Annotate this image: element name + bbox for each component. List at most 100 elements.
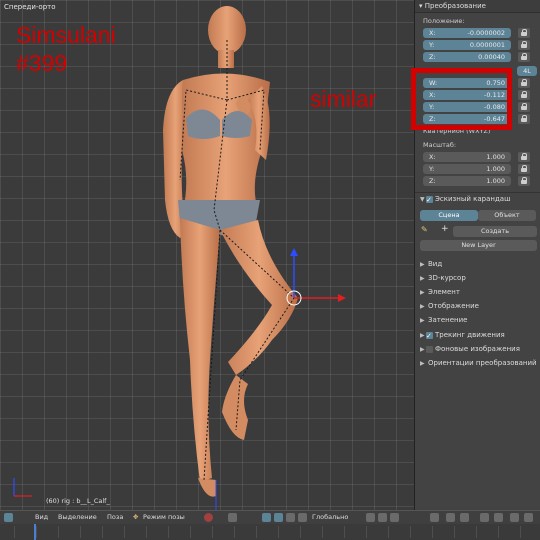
scale-y-field[interactable]: Y: 1.000 — [423, 164, 511, 174]
timeline-tick — [476, 526, 477, 538]
location-label: Положение: — [423, 17, 465, 25]
viewport-status: (60) rig : b__L_Calf_ — [46, 497, 110, 505]
lock-icon[interactable] — [518, 102, 530, 112]
grease-pencil-checkbox[interactable] — [426, 194, 433, 207]
location-z-field[interactable]: Z: 0.00040 — [423, 52, 511, 62]
new-layer-button[interactable]: New Layer — [420, 240, 537, 251]
shading-icon[interactable] — [204, 513, 213, 522]
section-label: 3D-курсор — [428, 274, 466, 282]
timeline-tick — [234, 526, 235, 538]
pivot-icon[interactable] — [228, 513, 237, 522]
manipulator-icon[interactable] — [262, 513, 271, 522]
motion-tracking-checkbox[interactable] — [426, 330, 433, 343]
camera-icon[interactable] — [494, 513, 503, 522]
timeline-tick — [300, 526, 301, 538]
figure-head — [208, 6, 246, 54]
timeline-tick — [344, 526, 345, 538]
panel-section[interactable]: ▶ Отображение — [415, 300, 540, 313]
create-button[interactable]: Создать — [453, 226, 537, 237]
lock-icon[interactable] — [518, 114, 530, 124]
tab-scene[interactable]: Сцена — [420, 210, 478, 221]
timeline-tick — [124, 526, 125, 538]
location-y-field[interactable]: Y: 0.0000001 — [423, 40, 511, 50]
snap-target-icon[interactable] — [460, 513, 469, 522]
editor-type-icon[interactable] — [4, 513, 13, 522]
timeline-tick — [498, 526, 499, 538]
expand-icon: ▶ — [420, 289, 425, 296]
lock-icon[interactable] — [518, 90, 530, 100]
3d-viewport[interactable]: Спереди-орто Simsulani #399 similar (60)… — [0, 0, 414, 510]
timeline-tick — [388, 526, 389, 538]
layer-icon[interactable] — [378, 513, 387, 522]
viewport-header-bar: Вид Выделение Поза ✥ Режим позы Глобальн… — [0, 510, 540, 525]
lock-icon[interactable] — [518, 176, 530, 186]
panel-section[interactable]: ▶ Вид — [415, 258, 540, 271]
pose-icon: ✥ — [133, 513, 139, 521]
section-label: Элемент — [428, 288, 460, 296]
timeline-tick — [454, 526, 455, 538]
timeline-tick — [410, 526, 411, 538]
render-icon[interactable] — [480, 513, 489, 522]
expand-icon: ▶ — [420, 317, 425, 324]
timeline-tick — [322, 526, 323, 538]
timeline-tick — [212, 526, 213, 538]
layer-icon[interactable] — [430, 513, 439, 522]
timeline-tick — [278, 526, 279, 538]
timeline-tick — [14, 526, 15, 538]
timeline-tick — [432, 526, 433, 538]
layer-icon[interactable] — [390, 513, 399, 522]
axis-gizmo-icon — [13, 478, 32, 497]
section-label: Затенение — [428, 316, 468, 324]
menu-pose[interactable]: Поза — [107, 513, 123, 521]
timeline-tick — [80, 526, 81, 538]
section-label: Вид — [428, 260, 443, 268]
panel-section[interactable]: ▶ Затенение — [415, 314, 540, 327]
lock-icon[interactable] — [518, 152, 530, 162]
lock-icon[interactable] — [518, 78, 530, 88]
timeline-tick — [168, 526, 169, 538]
timeline-tick — [366, 526, 367, 538]
plus-icon[interactable]: + — [441, 224, 449, 234]
snap-icon[interactable] — [446, 513, 455, 522]
location-x-field[interactable]: X: -0.0000002 — [423, 28, 511, 38]
translate-icon[interactable] — [274, 513, 283, 522]
lock-icon[interactable] — [518, 164, 530, 174]
panel-section[interactable]: ▶ Элемент — [415, 286, 540, 299]
pencil-icon[interactable]: ✎ — [421, 225, 428, 234]
section-label: Отображение — [428, 302, 479, 310]
scale-icon[interactable] — [298, 513, 307, 522]
timeline-tick — [520, 526, 521, 538]
lock-icon[interactable] — [518, 52, 530, 62]
transform-orientations-header[interactable]: ▶ Ориентации преобразований — [415, 357, 540, 370]
overlay-text-number: #399 — [16, 50, 68, 76]
proportional-icon[interactable] — [510, 513, 519, 522]
scale-z-field[interactable]: Z: 1.000 — [423, 176, 511, 186]
transform-header[interactable]: ▾ Преобразование — [415, 0, 540, 13]
highlight-box — [411, 68, 512, 130]
menu-select[interactable]: Выделение — [58, 513, 97, 521]
panel-section[interactable]: ▶ 3D-курсор — [415, 272, 540, 285]
mode-select[interactable]: Режим позы — [143, 513, 185, 521]
overlay-text-name: Simsulani — [16, 22, 116, 48]
timeline-tick — [190, 526, 191, 538]
layer-icon[interactable] — [366, 513, 375, 522]
background-images-checkbox[interactable] — [426, 346, 433, 353]
lock-icon[interactable] — [518, 40, 530, 50]
background-images-header[interactable]: ▶ Фоновые изображения — [415, 343, 540, 356]
rotate-icon[interactable] — [286, 513, 295, 522]
timeline-tick — [36, 526, 37, 538]
lock-icon[interactable] — [518, 28, 530, 38]
scale-label: Масштаб: — [423, 141, 457, 149]
timeline-tick — [256, 526, 257, 538]
rotation-4l-toggle[interactable]: 4L — [517, 66, 537, 76]
overlay-icon[interactable] — [524, 513, 533, 522]
timeline[interactable] — [0, 524, 540, 540]
menu-view[interactable]: Вид — [35, 513, 48, 521]
expand-icon: ▶ — [420, 275, 425, 282]
timeline-tick — [102, 526, 103, 538]
scale-x-field[interactable]: X: 1.000 — [423, 152, 511, 162]
tab-object[interactable]: Объект — [478, 210, 536, 221]
grease-pencil-header[interactable]: ▼ Эскизный карандаш — [415, 192, 540, 207]
motion-tracking-header[interactable]: ▶ Трекинг движения — [415, 329, 540, 343]
orientation-select[interactable]: Глобально — [312, 513, 348, 521]
